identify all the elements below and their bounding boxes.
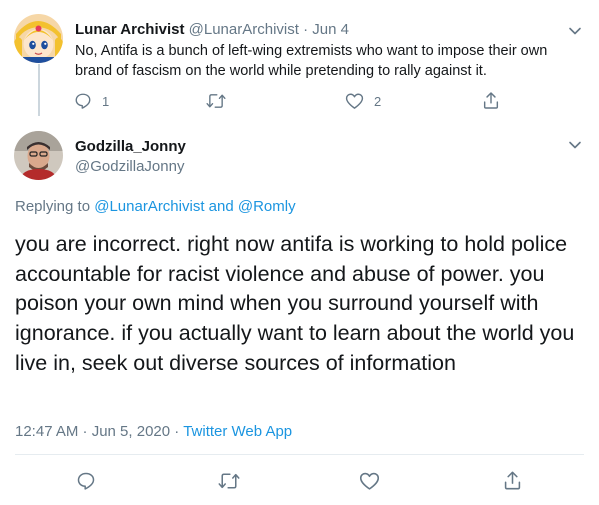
replying-user-link[interactable]: @Romly (238, 198, 296, 215)
avatar[interactable] (14, 14, 63, 63)
parent-reply-button[interactable]: 1 (74, 92, 109, 110)
retweet-icon (218, 471, 240, 491)
main-display-name[interactable]: Godzilla_Jonny (75, 137, 186, 157)
chevron-down-icon[interactable] (568, 24, 582, 38)
profile-photo (14, 131, 63, 180)
tweet-timestamp[interactable]: 12:47 AM · Jun 5, 2020 (15, 423, 170, 440)
reply-count: 1 (102, 93, 110, 109)
chevron-down-icon[interactable] (568, 138, 582, 152)
tweet-source-link[interactable]: Twitter Web App (183, 423, 292, 440)
replying-to: Replying to @LunarArchivist and @Romly (15, 197, 296, 217)
meta-separator: · (174, 423, 180, 440)
retweet-button[interactable] (218, 471, 240, 491)
main-handle[interactable]: @GodzillaJonny (75, 157, 184, 177)
parent-retweet-button[interactable] (206, 92, 226, 110)
reply-icon (74, 92, 92, 110)
like-count: 2 (374, 93, 382, 109)
retweet-icon (206, 92, 226, 110)
parent-tweet-header: Lunar Archivist @LunarArchivist · Jun 4 (75, 20, 349, 40)
share-icon (503, 470, 522, 491)
parent-share-button[interactable] (482, 91, 500, 110)
like-button[interactable] (359, 471, 380, 491)
avatar[interactable] (14, 131, 63, 180)
replying-prefix: Replying to (15, 198, 91, 215)
main-tweet-text: you are incorrect. right now antifa is w… (15, 232, 575, 375)
parent-like-button[interactable]: 2 (345, 92, 381, 110)
heart-icon (345, 92, 364, 110)
parent-tweet-text: No, Antifa is a bunch of left-wing extre… (75, 43, 548, 79)
thread-connector-line (38, 64, 40, 116)
replying-and[interactable]: and (209, 198, 234, 215)
anime-avatar-image (14, 14, 63, 63)
header-separator: · (303, 21, 309, 38)
divider (15, 454, 584, 455)
parent-date[interactable]: Jun 4 (312, 21, 349, 38)
reply-button[interactable] (76, 471, 96, 491)
replying-user-link[interactable]: @LunarArchivist (94, 198, 204, 215)
reply-icon (76, 471, 96, 491)
parent-display-name[interactable]: Lunar Archivist (75, 21, 184, 38)
parent-handle[interactable]: @LunarArchivist (189, 21, 299, 38)
share-button[interactable] (503, 470, 522, 491)
tweet-metadata: 12:47 AM · Jun 5, 2020 · Twitter Web App (15, 422, 292, 442)
share-icon (482, 91, 500, 110)
heart-icon (359, 471, 380, 491)
